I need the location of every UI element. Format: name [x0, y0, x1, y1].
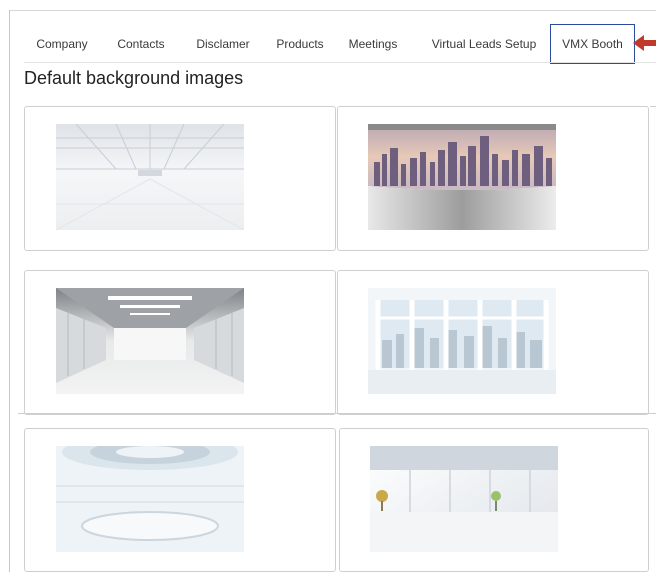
tab-company[interactable]: Company [26, 24, 98, 64]
background-image-card[interactable] [24, 106, 336, 251]
tab-products[interactable]: Products [266, 24, 334, 64]
bright-office-image [370, 446, 558, 552]
warehouse-hall-image [56, 124, 244, 230]
city-skyline-panorama-image [368, 124, 556, 230]
panel-top-border [9, 10, 656, 11]
row-divider [18, 413, 656, 414]
background-image-card[interactable] [337, 270, 649, 415]
panel-left-border [9, 10, 10, 572]
section-title: Default background images [24, 68, 244, 88]
white-corridor-image [56, 288, 244, 394]
background-image-card[interactable] [337, 106, 649, 251]
tab-disclamer[interactable]: Disclamer [186, 24, 260, 64]
tab-virtual-leads-setup[interactable]: Virtual Leads Setup [420, 24, 548, 64]
window-city-view-image [368, 288, 556, 394]
tab-contacts[interactable]: Contacts [108, 24, 174, 64]
tab-bar: Company Contacts Disclamer Products Meet… [10, 24, 656, 64]
background-image-card[interactable] [339, 428, 649, 572]
background-image-card[interactable] [24, 270, 336, 415]
circular-futuristic-room-image [56, 446, 244, 552]
background-image-card[interactable] [24, 428, 336, 572]
tab-vmx-booth[interactable]: VMX Booth [550, 24, 635, 64]
tab-bar-divider [24, 62, 656, 63]
tab-meetings[interactable]: Meetings [342, 24, 404, 64]
annotation-arrow-icon [633, 33, 656, 53]
next-card-edge [650, 106, 656, 107]
